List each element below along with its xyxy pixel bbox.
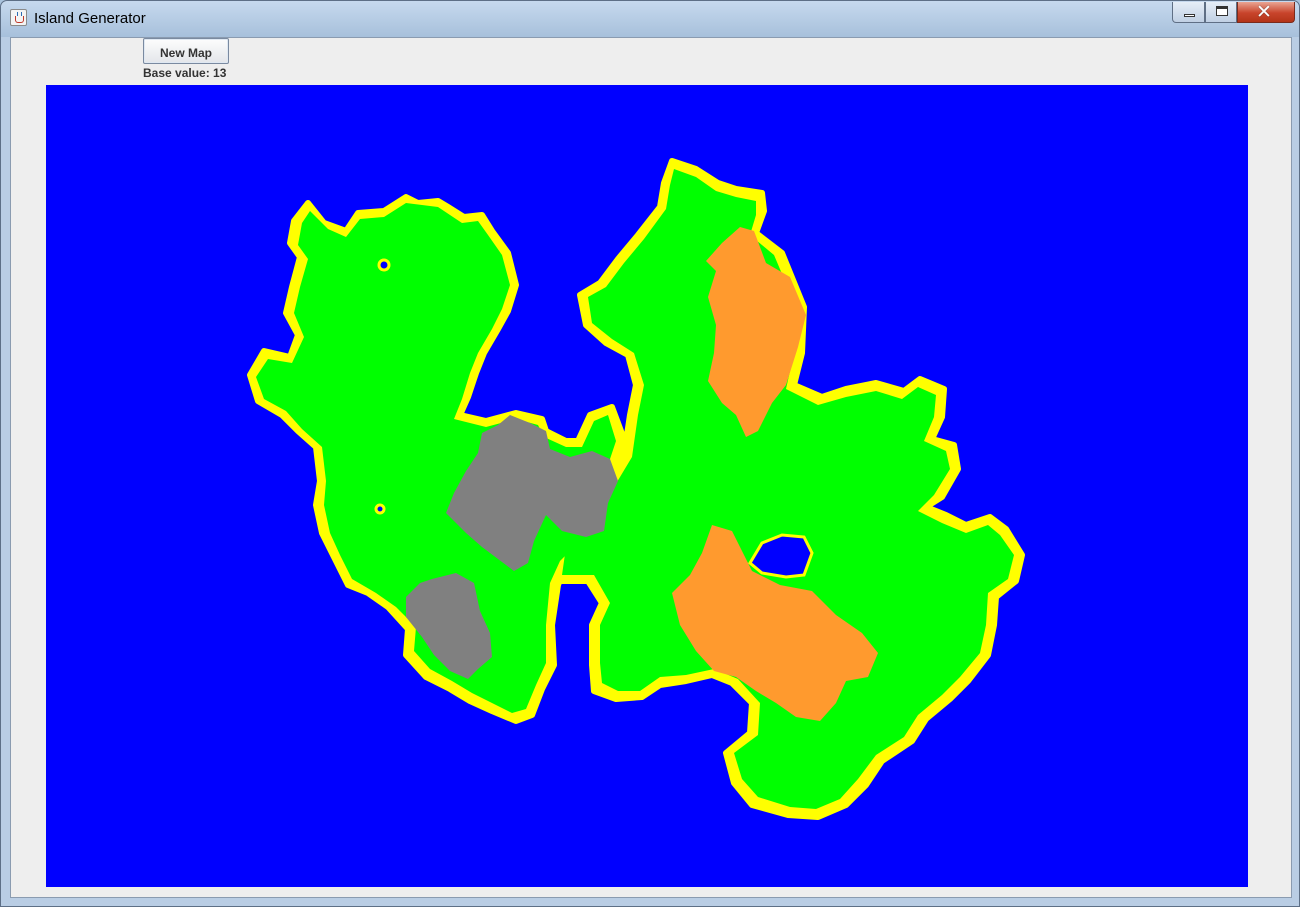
island-map-drawing — [46, 85, 1248, 887]
new-map-button[interactable]: New Map — [143, 38, 229, 64]
java-cup-icon — [10, 9, 27, 26]
maximize-icon — [1216, 6, 1228, 16]
window-title: Island Generator — [34, 10, 146, 27]
base-value-label: Base value: 13 — [143, 66, 227, 80]
minimize-icon — [1184, 14, 1195, 17]
island-map-canvas[interactable] — [46, 85, 1248, 887]
title-bar[interactable]: Island Generator ✕ — [1, 1, 1299, 35]
close-icon: ✕ — [1256, 1, 1272, 23]
close-button[interactable]: ✕ — [1237, 1, 1295, 23]
maximize-button[interactable] — [1205, 2, 1237, 23]
minimize-button[interactable] — [1172, 2, 1205, 23]
content-panel: New Map Base value: 13 — [10, 37, 1292, 898]
app-window: Island Generator ✕ New Map Base value: 1… — [0, 0, 1300, 907]
